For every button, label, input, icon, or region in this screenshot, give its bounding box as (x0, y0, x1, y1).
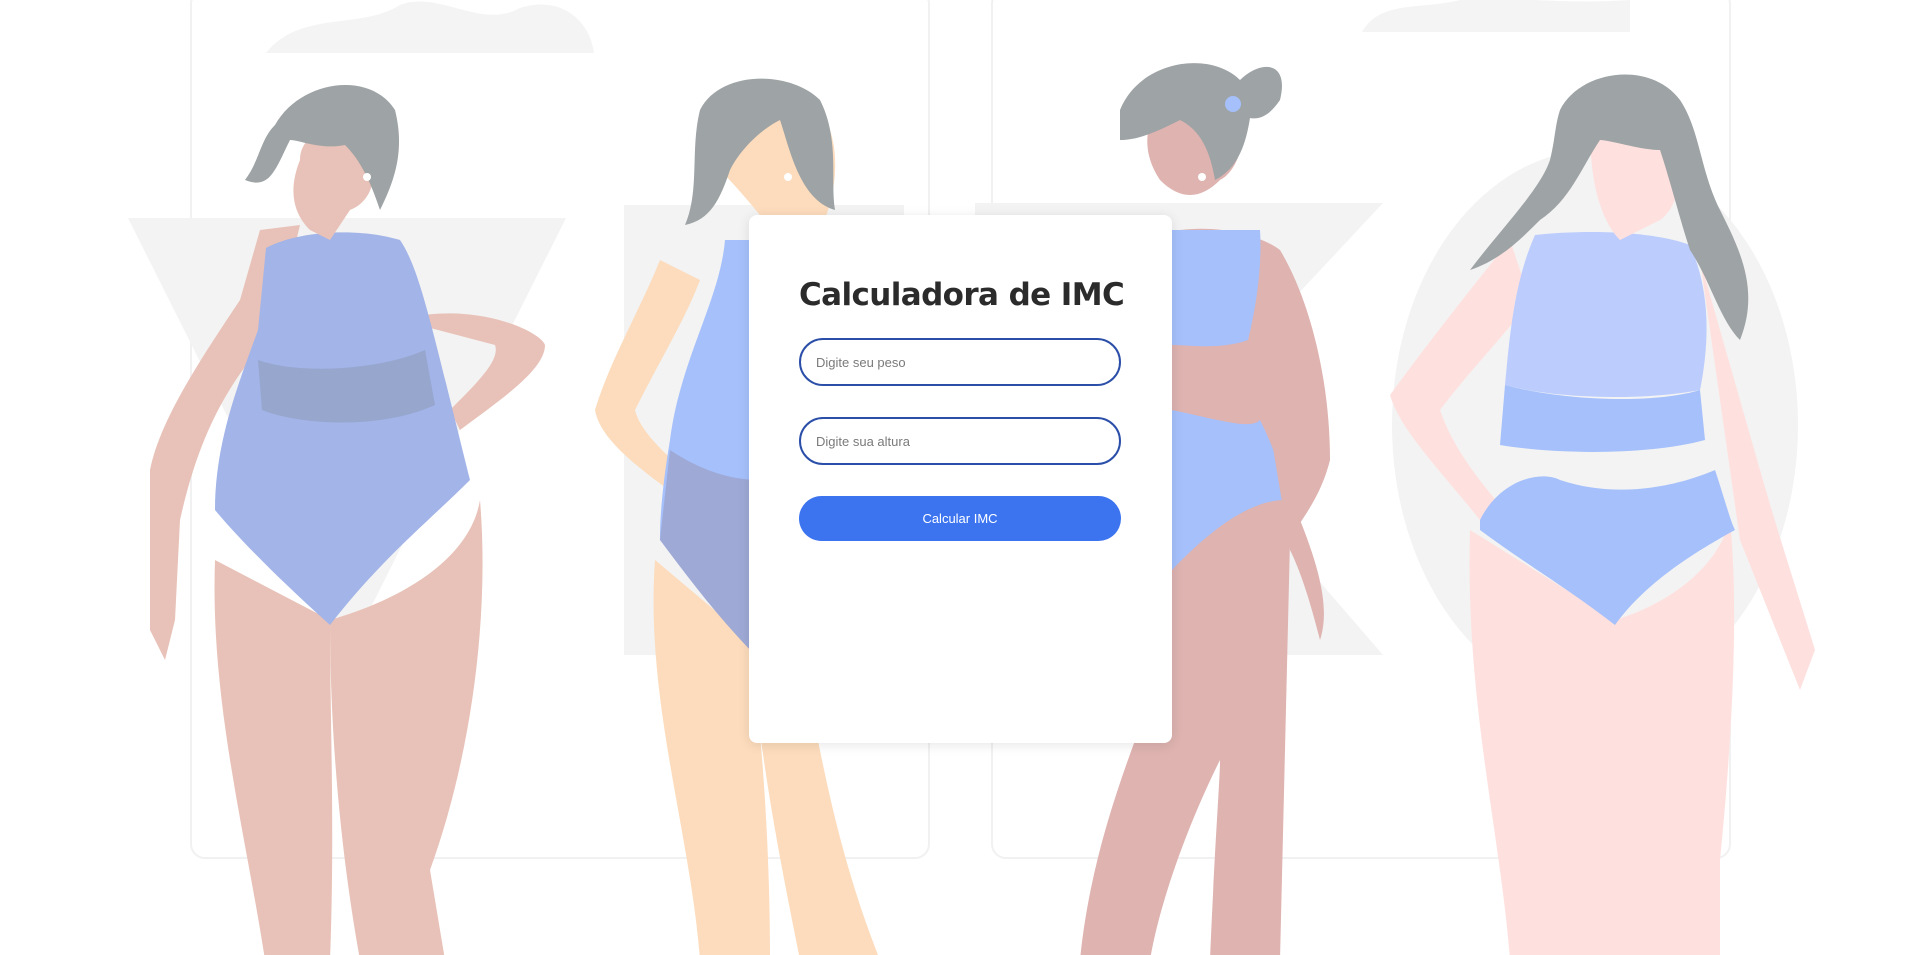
page-title: Calculadora de IMC (799, 277, 1125, 313)
bmi-calculator-card: Calculadora de IMC Calcular IMC (749, 215, 1172, 743)
figure-1 (150, 84, 545, 955)
weight-input[interactable] (799, 338, 1121, 386)
calculate-bmi-button[interactable]: Calcular IMC (799, 496, 1121, 541)
height-input[interactable] (799, 417, 1121, 465)
